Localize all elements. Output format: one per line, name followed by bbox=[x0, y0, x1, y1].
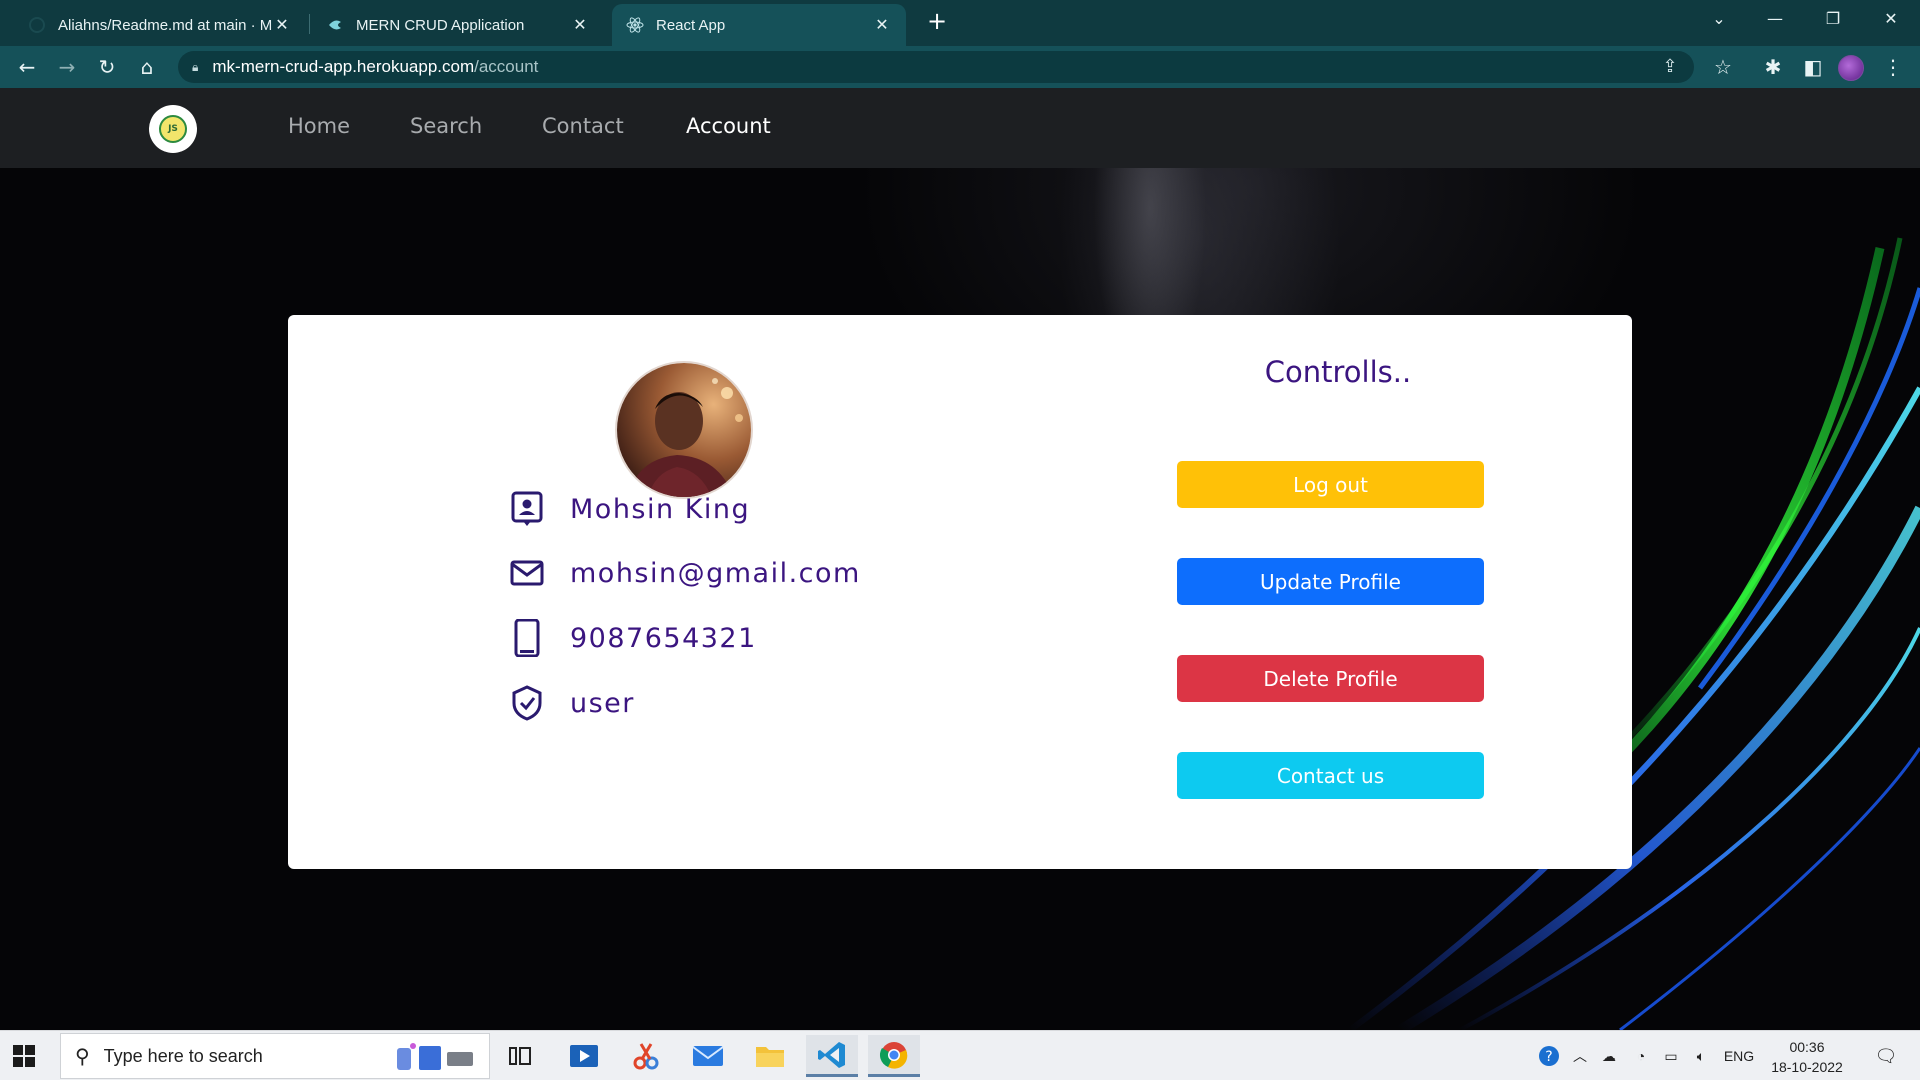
browser-toolbar: ← → ↻ ⌂ 🔒︎ mk-mern-crud-app.herokuapp.co… bbox=[0, 46, 1920, 88]
taskbar-search-input[interactable]: ⚲ Type here to search bbox=[60, 1033, 490, 1079]
tab-github[interactable]: Aliahns/Readme.md at main · Mc ✕ bbox=[14, 4, 306, 46]
new-tab-button[interactable]: + bbox=[922, 6, 952, 36]
profile-email: mohsin@gmail.com bbox=[570, 557, 861, 589]
restore-icon[interactable]: ❐ bbox=[1806, 0, 1860, 40]
tab-separator bbox=[309, 14, 310, 34]
close-window-icon[interactable]: ✕ bbox=[1864, 0, 1918, 40]
chrome-app-icon[interactable] bbox=[868, 1035, 920, 1077]
close-tab-icon[interactable]: ✕ bbox=[570, 15, 590, 35]
clock-time: 00:36 bbox=[1789, 1039, 1825, 1055]
tab-mern-crud[interactable]: MERN CRUD Application ✕ bbox=[312, 4, 604, 46]
battery-icon[interactable]: ▭ bbox=[1658, 1031, 1684, 1080]
controls-heading: Controlls.. bbox=[1264, 355, 1412, 389]
react-icon bbox=[626, 16, 644, 34]
share-icon[interactable]: ⇪ bbox=[1656, 53, 1684, 81]
snipping-tool-app-icon[interactable] bbox=[620, 1035, 672, 1077]
profile-role-row: user bbox=[508, 681, 635, 725]
tab-title: MERN CRUD Application bbox=[356, 16, 525, 34]
task-view-icon[interactable] bbox=[494, 1035, 546, 1077]
minimize-icon[interactable]: — bbox=[1748, 0, 1802, 40]
forward-icon[interactable]: → bbox=[52, 52, 82, 82]
logo-badge: JS bbox=[159, 115, 187, 143]
mail-icon bbox=[508, 554, 546, 592]
tab-title: Aliahns/Readme.md at main · Mc bbox=[58, 16, 272, 34]
page-viewport: JS Home Search Contact Account Mohsin Ki… bbox=[0, 88, 1920, 1030]
site-logo[interactable]: JS bbox=[149, 105, 197, 153]
back-icon[interactable]: ← bbox=[12, 52, 42, 82]
svg-text:?: ? bbox=[1545, 1049, 1552, 1065]
taskbar-clock[interactable]: 00:36 18-10-2022 bbox=[1762, 1037, 1852, 1077]
nav-link-contact[interactable]: Contact bbox=[542, 114, 624, 138]
profile-name-row: Mohsin King bbox=[508, 487, 750, 531]
volume-icon[interactable]: 🔈︎ bbox=[1688, 1031, 1714, 1080]
bookmark-star-icon[interactable]: ☆ bbox=[1708, 52, 1738, 82]
windows-taskbar: ⚲ Type here to search ? ︿ ☁ ◔ ▭ 🔈︎ ENG 0… bbox=[0, 1030, 1920, 1080]
media-player-app-icon[interactable] bbox=[558, 1035, 610, 1077]
show-hidden-icons-chevron-icon[interactable]: ︿ bbox=[1568, 1031, 1592, 1080]
file-explorer-app-icon[interactable] bbox=[744, 1035, 796, 1077]
extensions-icon[interactable]: ✱ bbox=[1758, 52, 1788, 82]
profile-photo bbox=[615, 361, 753, 499]
home-icon[interactable]: ⌂ bbox=[132, 52, 162, 82]
tab-title: React App bbox=[656, 16, 726, 34]
contact-us-button[interactable]: Contact us bbox=[1177, 752, 1484, 799]
search-icon: ⚲ bbox=[75, 1044, 90, 1068]
delete-profile-button[interactable]: Delete Profile bbox=[1177, 655, 1484, 702]
profile-role: user bbox=[570, 687, 635, 719]
tab-react-app[interactable]: React App ✕ bbox=[612, 4, 906, 46]
url-path: /account bbox=[474, 57, 539, 76]
search-highlight-icon bbox=[397, 1043, 473, 1070]
shield-check-icon bbox=[508, 684, 546, 722]
onedrive-cloud-icon[interactable]: ☁ bbox=[1596, 1031, 1622, 1080]
menu-kebab-icon[interactable]: ⋮ bbox=[1878, 52, 1908, 82]
notifications-icon[interactable]: 🗨︎ bbox=[1866, 1031, 1906, 1080]
side-panel-icon[interactable]: ◧ bbox=[1798, 52, 1828, 82]
input-language-indicator[interactable]: ENG bbox=[1720, 1031, 1758, 1080]
update-profile-button[interactable]: Update Profile bbox=[1177, 558, 1484, 605]
nav-link-account[interactable]: Account bbox=[686, 114, 771, 138]
profile-name: Mohsin King bbox=[570, 493, 751, 525]
url-host: mk-mern-crud-app.herokuapp.com bbox=[212, 57, 475, 76]
chakra-icon bbox=[326, 16, 344, 34]
contact-card-icon bbox=[508, 490, 546, 528]
close-tab-icon[interactable]: ✕ bbox=[272, 15, 292, 35]
profile-avatar-icon[interactable] bbox=[1838, 55, 1864, 81]
tab-search-icon[interactable]: ⌄ bbox=[1692, 0, 1746, 40]
reload-icon[interactable]: ↻ bbox=[92, 52, 122, 82]
help-icon[interactable]: ? bbox=[1534, 1031, 1564, 1080]
address-bar[interactable]: 🔒︎ mk-mern-crud-app.herokuapp.com/accoun… bbox=[178, 51, 1694, 83]
mobile-phone-icon bbox=[508, 619, 546, 657]
windows-start-icon[interactable] bbox=[12, 1044, 36, 1068]
clock-date: 18-10-2022 bbox=[1771, 1059, 1843, 1075]
lock-icon[interactable]: 🔒︎ bbox=[192, 60, 198, 75]
nav-link-home[interactable]: Home bbox=[288, 114, 350, 138]
site-navbar: JS Home Search Contact Account bbox=[0, 88, 1920, 168]
browser-tabstrip: Aliahns/Readme.md at main · Mc ✕ MERN CR… bbox=[0, 0, 1920, 46]
github-icon bbox=[28, 16, 46, 34]
close-tab-icon[interactable]: ✕ bbox=[872, 15, 892, 35]
nav-link-search[interactable]: Search bbox=[410, 114, 482, 138]
logout-button[interactable]: Log out bbox=[1177, 461, 1484, 508]
mail-app-icon[interactable] bbox=[682, 1035, 734, 1077]
profile-phone-row: 9087654321 bbox=[508, 616, 757, 660]
profile-card: Mohsin King mohsin@gmail.com 9087654321 … bbox=[288, 315, 1632, 869]
vscode-app-icon[interactable] bbox=[806, 1035, 858, 1077]
profile-phone: 9087654321 bbox=[570, 622, 757, 654]
profile-email-row: mohsin@gmail.com bbox=[508, 551, 861, 595]
wifi-icon[interactable]: ◔ bbox=[1628, 1031, 1654, 1080]
search-placeholder: Type here to search bbox=[103, 1045, 263, 1066]
